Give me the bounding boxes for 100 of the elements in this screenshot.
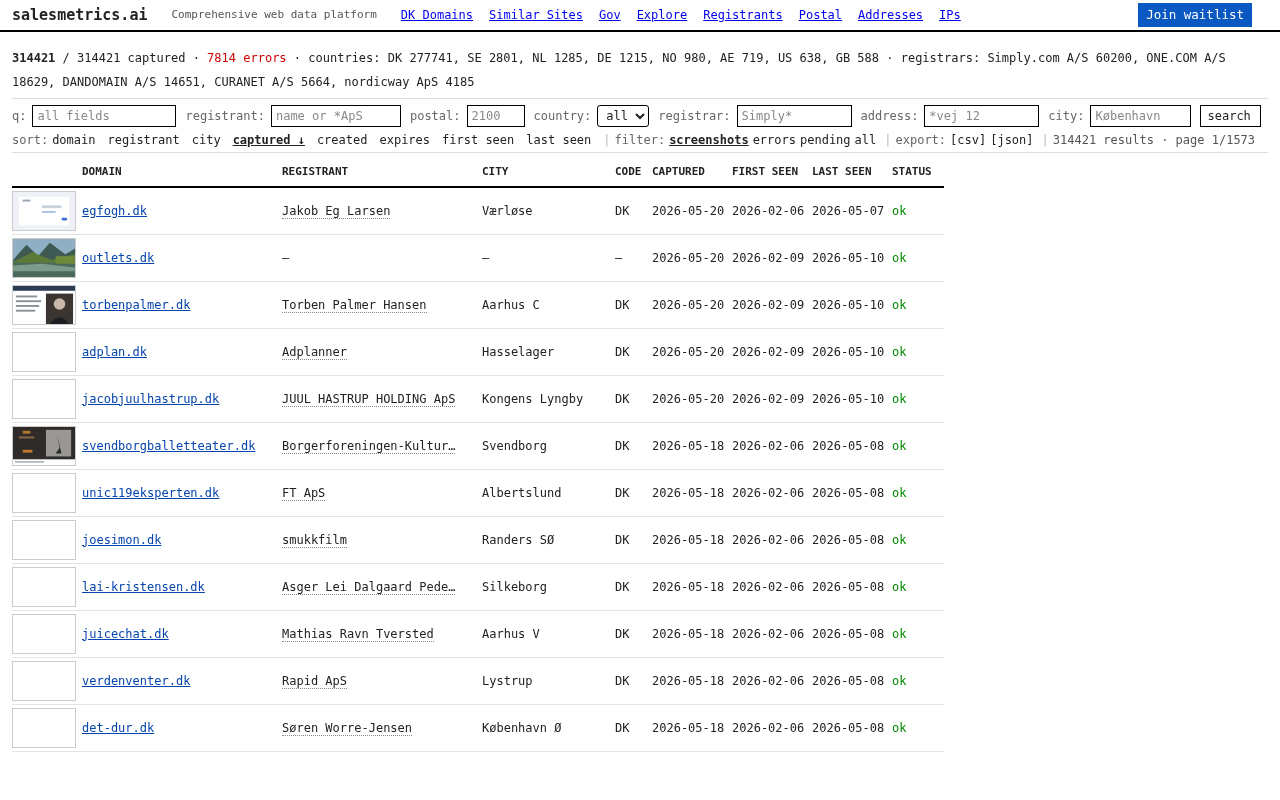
status-text: ok — [892, 250, 907, 265]
thumbnail[interactable] — [12, 660, 76, 701]
country-code: DK — [615, 579, 630, 594]
registrant-name[interactable]: JUUL HASTRUP HOLDING ApS — [282, 391, 456, 407]
logo[interactable]: salesmetrics.ai — [12, 3, 148, 27]
domain-link[interactable]: unic119eksperten.dk — [82, 485, 220, 500]
country-code: DK — [615, 391, 630, 406]
registrant-name[interactable]: smukkfilm — [282, 532, 348, 548]
country-code: DK — [615, 720, 630, 735]
registrant-name[interactable]: Rapid ApS — [282, 673, 348, 689]
date-cell: 2026-05-07 — [812, 203, 885, 218]
status-text: ok — [892, 673, 907, 688]
domain-link[interactable]: lai-kristensen.dk — [82, 579, 205, 594]
domain-link[interactable]: outlets.dk — [82, 250, 155, 265]
registrant-name[interactable]: Søren Worre-Jensen — [282, 720, 413, 736]
registrant-name[interactable]: Adplanner — [282, 344, 348, 360]
date-cell: 2026-05-20 — [652, 203, 725, 218]
domain-link[interactable]: det-dur.dk — [82, 720, 155, 735]
filter-option[interactable]: all — [854, 130, 877, 149]
sort-option[interactable]: city — [191, 130, 221, 149]
thumbnail[interactable] — [12, 331, 76, 372]
results-count: 314421 results · page 1/1573 — [1052, 131, 1256, 149]
registrant-name[interactable]: FT ApS — [282, 485, 326, 501]
sort-option[interactable]: captured ↓ — [232, 130, 305, 149]
date-cell: 2026-05-20 — [652, 344, 725, 359]
domain-link[interactable]: egfogh.dk — [82, 203, 148, 218]
nav-link[interactable]: Similar Sites — [489, 6, 583, 24]
registrant-name[interactable]: Borgerforeningen-Kultur… — [282, 438, 456, 454]
thumbnail[interactable] — [12, 472, 76, 513]
sort-option[interactable]: domain — [52, 130, 96, 149]
registrant-name[interactable]: Asger Lei Dalgaard Pede… — [282, 579, 456, 595]
column-header[interactable]: STATUS — [892, 159, 944, 187]
registrant-name[interactable]: Torben Palmer Hansen — [282, 297, 427, 313]
filter-option[interactable]: errors — [752, 130, 796, 149]
column-header[interactable]: DOMAIN — [82, 159, 282, 187]
date-cell: 2026-02-09 — [732, 344, 805, 359]
filter-field[interactable]: all fields — [32, 105, 177, 127]
city-cell: Albertslund — [482, 485, 562, 500]
thumbnail[interactable] — [12, 190, 76, 231]
sort-option[interactable]: first seen — [442, 130, 515, 149]
nav-link[interactable]: Addresses — [858, 6, 924, 24]
date-cell: 2026-02-06 — [732, 438, 805, 453]
sort-option[interactable]: last seen — [526, 130, 592, 149]
status-text: ok — [892, 344, 907, 359]
column-header[interactable]: LAST SEEN — [812, 159, 892, 187]
date-cell: 2026-05-18 — [652, 438, 725, 453]
thumbnail[interactable] — [12, 237, 76, 278]
status-text: ok — [892, 391, 907, 406]
nav-link[interactable]: DK Domains — [400, 6, 474, 24]
nav-link[interactable]: Gov — [598, 6, 621, 24]
search-button[interactable]: search — [1200, 105, 1262, 127]
nav-link[interactable]: Registrants — [703, 6, 783, 24]
export-link[interactable]: [csv] — [950, 130, 987, 149]
thumbnail[interactable] — [12, 425, 76, 466]
filter-field[interactable]: name or *ApS — [270, 105, 401, 127]
column-header[interactable]: CAPTURED — [652, 159, 732, 187]
date-cell: 2026-02-09 — [732, 297, 805, 312]
domain-link[interactable]: joesimon.dk — [82, 532, 162, 547]
filter-field[interactable]: København — [1090, 105, 1192, 127]
filter-field[interactable]: Simply* — [736, 105, 852, 127]
sort-option[interactable]: created — [316, 130, 368, 149]
sort-option[interactable]: registrant — [107, 130, 180, 149]
date-cell: 2026-05-18 — [652, 532, 725, 547]
sort-option[interactable]: expires — [379, 130, 431, 149]
domain-link[interactable]: jacobjuulhastrup.dk — [82, 391, 220, 406]
date-cell: 2026-05-18 — [652, 579, 725, 594]
thumbnail[interactable] — [12, 707, 76, 748]
country-select[interactable]: all — [597, 105, 650, 127]
country-code: DK — [615, 203, 630, 218]
separator: | — [1041, 131, 1049, 149]
filter-label: city: — [1048, 108, 1085, 125]
column-header[interactable]: CITY — [482, 159, 615, 187]
join-waitlist-button[interactable]: Join waitlist — [1138, 3, 1252, 27]
registrant-name[interactable]: Jakob Eg Larsen — [282, 203, 391, 219]
column-header[interactable]: FIRST SEEN — [732, 159, 812, 187]
thumbnail[interactable] — [12, 519, 76, 560]
domain-link[interactable]: torbenpalmer.dk — [82, 297, 191, 312]
export-link[interactable]: [json] — [990, 130, 1034, 149]
nav-link[interactable]: Explore — [636, 6, 688, 24]
filter-field[interactable]: *vej 12 — [924, 105, 1040, 127]
filter-option[interactable]: screenshots — [669, 130, 749, 149]
nav-link[interactable]: Postal — [798, 6, 843, 24]
registrant-name[interactable]: — — [282, 250, 290, 265]
domain-link[interactable]: adplan.dk — [82, 344, 148, 359]
nav-link[interactable]: IPs — [939, 6, 961, 24]
date-cell: 2026-05-08 — [812, 626, 885, 641]
filter-option[interactable]: pending — [800, 130, 851, 149]
status-text: ok — [892, 297, 907, 312]
thumbnail[interactable] — [12, 378, 76, 419]
registrant-name[interactable]: Mathias Ravn Tversted — [282, 626, 434, 642]
domain-link[interactable]: svendborgballetteater.dk — [82, 438, 256, 453]
column-header[interactable]: CODE — [615, 159, 652, 187]
filter-field[interactable]: 2100 — [466, 105, 525, 127]
column-header[interactable]: REGISTRANT — [282, 159, 482, 187]
domain-link[interactable]: verdenventer.dk — [82, 673, 191, 688]
date-cell: 2026-05-20 — [652, 297, 725, 312]
thumbnail[interactable] — [12, 566, 76, 607]
domain-link[interactable]: juicechat.dk — [82, 626, 169, 641]
thumbnail[interactable] — [12, 284, 76, 325]
thumbnail[interactable] — [12, 613, 76, 654]
